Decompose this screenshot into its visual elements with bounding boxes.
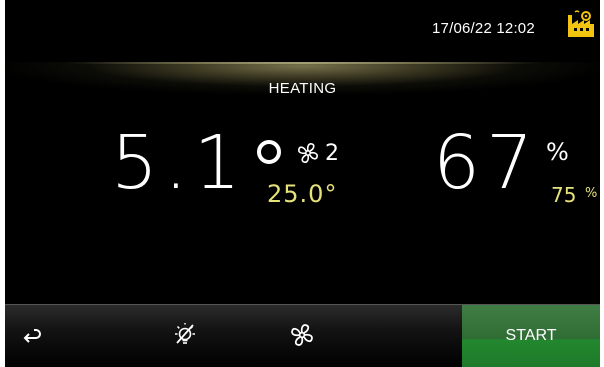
temperature-setpoint[interactable]: 25.0° [267,180,337,208]
humidity-unit: % [546,138,569,166]
humidity-setpoint-unit: % [585,186,598,201]
start-button[interactable]: START [462,305,600,367]
fan-control-icon[interactable] [289,322,315,348]
fan-speed: 2 [325,141,339,166]
back-arrow-icon[interactable] [20,324,42,346]
degree-symbol-icon [257,140,281,164]
fan-icon [298,143,318,163]
humidity-value: 67 [433,120,540,206]
humidity-setpoint[interactable]: 75 [551,183,576,207]
mode-label: HEATING [268,80,337,97]
controller-screen: 17/06/22 12:02 HEATING 5.1 2 25.0° 67 % … [5,0,600,367]
factory-icon [568,10,594,37]
light-off-icon[interactable] [171,321,199,349]
temperature-value: 5.1 [111,120,247,206]
date-time: 17/06/22 12:02 [432,20,535,37]
